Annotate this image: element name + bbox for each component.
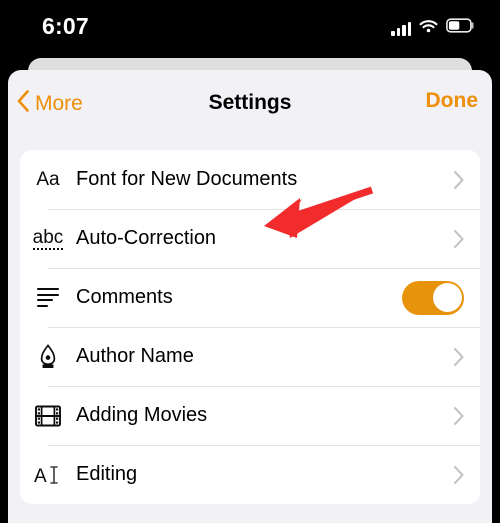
chevron-right-icon <box>438 465 480 485</box>
list-row-author-name[interactable]: Author Name <box>20 327 480 386</box>
list-row-font-for-new-documents[interactable]: Aa Font for New Documents <box>20 150 480 209</box>
list-row-auto-correction[interactable]: abc Auto-Correction <box>20 209 480 268</box>
list-row-label: Font for New Documents <box>76 168 298 190</box>
settings-list: Aa Font for New Documents abc Auto-Corre… <box>20 150 480 504</box>
spellcheck-abc-icon-text: abc <box>32 226 64 250</box>
toggle-knob <box>432 283 462 312</box>
pen-nib-icon <box>20 343 76 370</box>
phone-screen: 6:07 More Settings Done Aa Font for New … <box>0 0 500 523</box>
font-size-aa-icon-text: Aa <box>36 168 60 190</box>
comments-toggle-switch[interactable] <box>402 280 464 315</box>
settings-sheet: More Settings Done Aa Font for New Docum… <box>8 70 492 523</box>
wifi-icon <box>419 18 438 38</box>
text-cursor-icon: A <box>20 463 76 487</box>
chevron-right-icon <box>438 170 480 190</box>
svg-text:A: A <box>34 466 47 487</box>
list-row-editing[interactable]: A Editing <box>20 445 480 504</box>
list-row-label: Adding Movies <box>76 404 208 426</box>
battery-icon <box>446 18 474 38</box>
chevron-right-icon <box>438 347 480 367</box>
font-size-aa-icon: Aa <box>20 169 76 191</box>
done-button[interactable]: Done <box>426 89 479 113</box>
status-bar-time: 6:07 <box>42 13 89 39</box>
film-strip-icon <box>20 405 76 427</box>
status-bar-icons <box>391 18 474 38</box>
spellcheck-abc-icon: abc <box>20 228 76 250</box>
cellular-signal-icon <box>391 21 411 36</box>
status-bar: 6:07 <box>0 0 500 58</box>
list-row-comments[interactable]: Comments <box>20 268 480 327</box>
chevron-right-icon <box>438 406 480 426</box>
navigation-bar: More Settings Done <box>8 70 492 132</box>
list-row-label: Comments <box>76 286 173 308</box>
list-row-adding-movies[interactable]: Adding Movies <box>20 386 480 445</box>
chevron-right-icon <box>438 229 480 249</box>
list-row-label: Auto-Correction <box>76 227 217 249</box>
page-title: Settings <box>208 91 292 114</box>
list-row-label: Editing <box>76 463 138 485</box>
text-lines-icon <box>20 288 76 307</box>
list-row-label: Author Name <box>76 345 194 367</box>
